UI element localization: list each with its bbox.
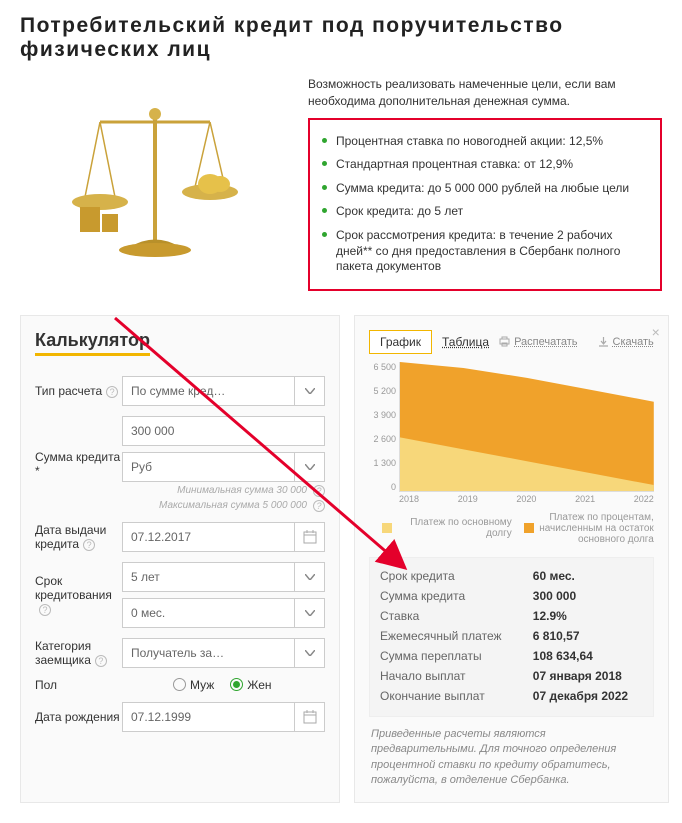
- feature-item: Процентная ставка по новогодней акции: 1…: [322, 130, 648, 154]
- min-amount-hint: Минимальная сумма 30 000: [177, 485, 307, 497]
- chevron-down-icon[interactable]: [295, 452, 325, 482]
- feature-link[interactable]: Процентная ставка по новогодней акции: 1…: [336, 134, 603, 148]
- category-select[interactable]: [122, 638, 295, 668]
- tab-table[interactable]: Таблица: [442, 335, 489, 349]
- calc-type-select[interactable]: [122, 376, 295, 406]
- summary-label: Ставка: [380, 609, 533, 623]
- download-link[interactable]: Скачать: [598, 336, 654, 348]
- chart-x-axis: 2018 2019 2020 2021 2022: [399, 492, 654, 504]
- chevron-down-icon[interactable]: [295, 562, 325, 592]
- hero-section: Возможность реализовать намеченные цели,…: [0, 74, 682, 301]
- calendar-icon[interactable]: [295, 702, 325, 732]
- summary-row: Ежемесячный платеж6 810,57: [380, 626, 643, 646]
- help-icon[interactable]: ?: [95, 655, 107, 667]
- help-icon[interactable]: ?: [106, 386, 118, 398]
- summary-box: Срок кредита60 мес.Сумма кредита300 000С…: [369, 557, 654, 717]
- calculator-panel: Калькулятор Тип расчета? Сумма кредита *…: [20, 315, 340, 804]
- summary-value: 300 000: [533, 589, 643, 603]
- chevron-down-icon[interactable]: [295, 376, 325, 406]
- gender-male-radio[interactable]: Муж: [173, 678, 214, 692]
- summary-row: Сумма переплаты108 634,64: [380, 646, 643, 666]
- amount-input[interactable]: [122, 416, 325, 446]
- feature-link[interactable]: Стандартная процентная ставка: от 12,9%: [336, 157, 573, 171]
- calculator-title: Калькулятор: [35, 330, 150, 356]
- tab-chart[interactable]: График: [369, 330, 432, 354]
- summary-label: Сумма переплаты: [380, 649, 533, 663]
- issue-date-label: Дата выдачи кредита?: [35, 523, 122, 551]
- category-label: Категория заемщика?: [35, 639, 122, 667]
- summary-label: Сумма кредита: [380, 589, 533, 603]
- birth-label: Дата рождения: [35, 710, 122, 724]
- gender-female-radio[interactable]: Жен: [230, 678, 271, 692]
- feature-item: Срок кредита: до 5 лет: [322, 200, 648, 224]
- summary-label: Начало выплат: [380, 669, 533, 683]
- summary-value: 108 634,64: [533, 649, 643, 663]
- issue-date-input[interactable]: [122, 522, 295, 552]
- summary-row: Сумма кредита300 000: [380, 586, 643, 606]
- close-icon[interactable]: ×: [652, 324, 660, 340]
- legend-swatch-principal: [382, 523, 392, 533]
- chart-area: [399, 362, 654, 492]
- download-icon: [598, 336, 609, 347]
- feature-item: Стандартная процентная ставка: от 12,9%: [322, 153, 648, 177]
- summary-label: Окончание выплат: [380, 689, 533, 703]
- disclaimer-text: Приведенные расчеты являются предварител…: [369, 717, 654, 789]
- amount-label: Сумма кредита *: [35, 450, 122, 478]
- feature-item: Сумма кредита: до 5 000 000 рублей на лю…: [322, 177, 648, 201]
- summary-row: Ставка12.9%: [380, 606, 643, 626]
- result-panel: × График Таблица Распечатать Скачать 6 5…: [354, 315, 669, 804]
- page-title: Потребительский кредит под поручительств…: [0, 0, 682, 74]
- max-amount-hint: Максимальная сумма 5 000 000: [159, 500, 307, 512]
- feature-item: Срок рассмотрения кредита: в течение 2 р…: [322, 224, 648, 279]
- summary-row: Начало выплат07 января 2018: [380, 666, 643, 686]
- help-icon[interactable]: ?: [83, 539, 95, 551]
- calc-type-label: Тип расчета?: [35, 384, 122, 398]
- chevron-down-icon[interactable]: [295, 638, 325, 668]
- legend-swatch-interest: [524, 523, 534, 533]
- summary-value: 6 810,57: [533, 629, 643, 643]
- scales-illustration: [20, 74, 290, 291]
- help-icon[interactable]: ?: [39, 604, 51, 616]
- summary-row: Окончание выплат07 декабря 2022: [380, 686, 643, 706]
- summary-value: 12.9%: [533, 609, 643, 623]
- features-box: Процентная ставка по новогодней акции: 1…: [308, 118, 662, 291]
- summary-label: Ежемесячный платеж: [380, 629, 533, 643]
- calendar-icon[interactable]: [295, 522, 325, 552]
- chart-y-axis: 6 500 5 200 3 900 2 600 1 300 0: [369, 362, 399, 492]
- chevron-down-icon[interactable]: [295, 598, 325, 628]
- currency-select[interactable]: [122, 452, 295, 482]
- summary-value: 07 января 2018: [533, 669, 643, 683]
- summary-label: Срок кредита: [380, 569, 533, 583]
- term-label: Срок кредитования?: [35, 574, 122, 616]
- gender-label: Пол: [35, 678, 173, 692]
- term-years-select[interactable]: [122, 562, 295, 592]
- summary-value: 07 декабря 2022: [533, 689, 643, 703]
- chart: 6 500 5 200 3 900 2 600 1 300 0: [369, 362, 654, 492]
- summary-row: Срок кредита60 мес.: [380, 566, 643, 586]
- print-link[interactable]: Распечатать: [499, 336, 577, 348]
- birth-date-input[interactable]: [122, 702, 295, 732]
- term-months-select[interactable]: [122, 598, 295, 628]
- intro-text: Возможность реализовать намеченные цели,…: [308, 74, 662, 118]
- chart-legend: Платеж по основному долгу Платеж по проц…: [369, 512, 654, 545]
- summary-value: 60 мес.: [533, 569, 643, 583]
- help-icon[interactable]: ?: [313, 500, 325, 512]
- print-icon: [499, 336, 510, 347]
- help-icon[interactable]: ?: [313, 485, 325, 497]
